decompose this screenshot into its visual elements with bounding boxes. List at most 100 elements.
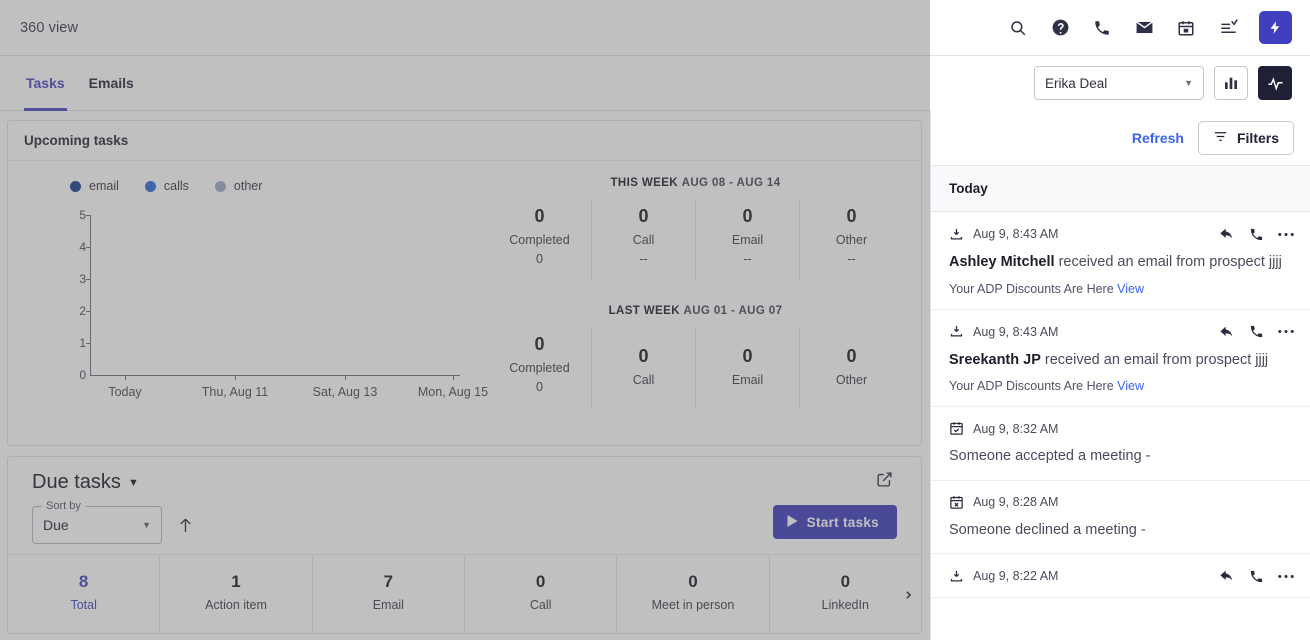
legend-label-calls: calls (163, 179, 189, 193)
search-icon[interactable] (1003, 13, 1033, 43)
stat-value: 0 (846, 345, 857, 366)
this-week-range: AUG 08 - AUG 14 (681, 177, 781, 189)
y-tick-label-2: 2 (79, 304, 86, 318)
activity-time: Aug 9, 8:22 AM (973, 569, 1059, 584)
calendar-check-icon (949, 421, 964, 436)
due-tasks-dropdown[interactable]: Due tasks ▼ (32, 471, 139, 494)
upcoming-tasks-chart: email calls other 5 4 3 2 1 0 Today Thu,… (8, 161, 488, 445)
stat-label: Email (731, 372, 764, 387)
counter-call[interactable]: 0 Call (463, 555, 616, 634)
chart-legend: email calls other (8, 179, 478, 193)
phone-icon[interactable] (1249, 324, 1264, 339)
stat-sub: -- (639, 252, 648, 266)
activity-view-link[interactable]: View (1117, 282, 1144, 296)
this-week-label: THIS WEEK (610, 177, 678, 189)
activity-actor: Sreekanth JP (949, 351, 1041, 368)
sort-by-select[interactable]: Sort by Due ▼ (32, 500, 162, 544)
phone-icon[interactable] (1249, 227, 1264, 242)
this-week-stats: 0 Completed 0 0 Call -- 0 Email -- 0 Oth… (488, 201, 903, 279)
stat-value: 0 (846, 206, 857, 226)
y-tick-label-3: 3 (79, 272, 86, 286)
refresh-button[interactable]: Refresh (1132, 130, 1184, 146)
phone-icon[interactable] (1249, 569, 1264, 584)
activity-time: Aug 9, 8:32 AM (973, 421, 1059, 436)
activity-pulse-button[interactable] (1258, 66, 1292, 100)
activity-text: Someone accepted a meeting - (949, 447, 1294, 467)
stat-value: 0 (742, 345, 753, 366)
reply-icon[interactable] (1219, 324, 1235, 340)
more-options-icon[interactable] (1278, 574, 1294, 579)
stat-label: Completed (509, 233, 570, 247)
more-options-icon[interactable] (1278, 232, 1294, 237)
y-tick-mark-4 (86, 247, 91, 248)
owner-select[interactable]: Erika Deal ▼ (1034, 66, 1204, 100)
chart-plot-area: 5 4 3 2 1 0 Today Thu, Aug 11 Sat, Aug 1… (60, 208, 488, 399)
open-in-new-icon[interactable] (876, 471, 893, 493)
email-icon[interactable] (1129, 13, 1159, 43)
counter-total[interactable]: 8 Total (8, 555, 159, 634)
stat-cell-completed: 0 Completed 0 (488, 329, 591, 407)
calendar-icon[interactable] (1171, 13, 1201, 43)
bar-chart-view-button[interactable] (1214, 66, 1248, 100)
activity-view-link[interactable]: View (1117, 379, 1144, 393)
stat-value: 0 (534, 206, 545, 226)
quick-action-bolt-button[interactable] (1259, 11, 1292, 44)
start-tasks-button[interactable]: Start tasks (772, 505, 897, 539)
chart-y-axis (90, 215, 91, 375)
counter-value: 8 (78, 572, 89, 591)
filters-button[interactable]: Filters (1197, 120, 1294, 155)
counter-action-item[interactable]: 1 Action item (159, 555, 311, 634)
help-icon[interactable] (1045, 13, 1075, 43)
stat-label: Call (632, 233, 655, 247)
counter-label: Call (529, 597, 552, 612)
activity-body: received an email from prospect jjjj (1054, 254, 1282, 270)
x-tick-label-2: Sat, Aug 13 (312, 385, 378, 399)
y-tick-mark-3 (86, 279, 91, 280)
stat-sub: 0 (536, 252, 543, 266)
tab-tasks[interactable]: Tasks (14, 56, 77, 111)
play-icon (787, 514, 798, 530)
activity-subject-row: Your ADP Discounts Are Here View (949, 282, 1294, 296)
y-tick-label-1: 1 (79, 336, 86, 350)
inbox-download-icon (949, 324, 964, 339)
stat-cell-completed: 0 Completed 0 (488, 201, 591, 279)
x-tick-mark-0 (125, 375, 126, 380)
chart-x-axis (90, 375, 460, 376)
tab-emails[interactable]: Emails (77, 56, 146, 111)
this-week-heading: THIS WEEK AUG 08 - AUG 14 (488, 177, 903, 189)
stat-label: Other (835, 372, 868, 387)
activity-actor: Ashley Mitchell (949, 254, 1055, 270)
more-options-icon[interactable] (1278, 329, 1294, 334)
activity-item[interactable]: Aug 9, 8:43 AM Ashley Mitchell received … (931, 212, 1310, 310)
x-tick-mark-1 (235, 375, 236, 380)
reply-icon[interactable] (1219, 226, 1235, 242)
stat-sub: 0 (536, 379, 543, 394)
chevron-right-icon[interactable] (902, 588, 915, 601)
phone-icon[interactable] (1087, 13, 1117, 43)
activity-item[interactable]: Aug 9, 8:43 AM Sreekanth JP received an … (931, 310, 1310, 408)
stat-label: Other (835, 233, 868, 247)
stat-value: 0 (638, 206, 649, 226)
counter-meet-in-person[interactable]: 0 Meet in person (616, 555, 768, 634)
activity-panel-toolbar: Refresh Filters (931, 110, 1310, 166)
start-tasks-label: Start tasks (806, 514, 879, 530)
counter-email[interactable]: 7 Email (311, 555, 464, 634)
tasklist-icon[interactable] (1213, 13, 1243, 43)
reply-icon[interactable] (1219, 568, 1235, 584)
counter-label: Total (70, 597, 97, 612)
counter-linkedin[interactable]: 0 LinkedIn (768, 555, 921, 634)
activity-item[interactable]: Aug 9, 8:32 AM Someone accepted a meetin… (931, 407, 1310, 481)
legend-label-email: email (89, 179, 119, 193)
stat-cell-email: 0 Email (695, 328, 799, 407)
y-tick-label-5: 5 (79, 208, 86, 222)
owner-select-value: Erika Deal (1045, 75, 1108, 91)
sort-direction-ascending-icon[interactable] (176, 516, 195, 535)
activity-subject: Your ADP Discounts Are Here (949, 281, 1114, 296)
activity-item[interactable]: Aug 9, 8:28 AM Someone declined a meetin… (931, 481, 1310, 555)
activity-body: received an email from prospect jjjj (1040, 351, 1269, 368)
activity-body: Someone declined a meeting - (949, 521, 1146, 538)
activity-item[interactable]: Aug 9, 8:22 AM (931, 554, 1310, 599)
last-week-range: AUG 01 - AUG 07 (683, 304, 783, 317)
activity-text: Ashley Mitchell received an email from p… (949, 253, 1294, 273)
stat-cell-call: 0 Call -- (591, 201, 695, 279)
